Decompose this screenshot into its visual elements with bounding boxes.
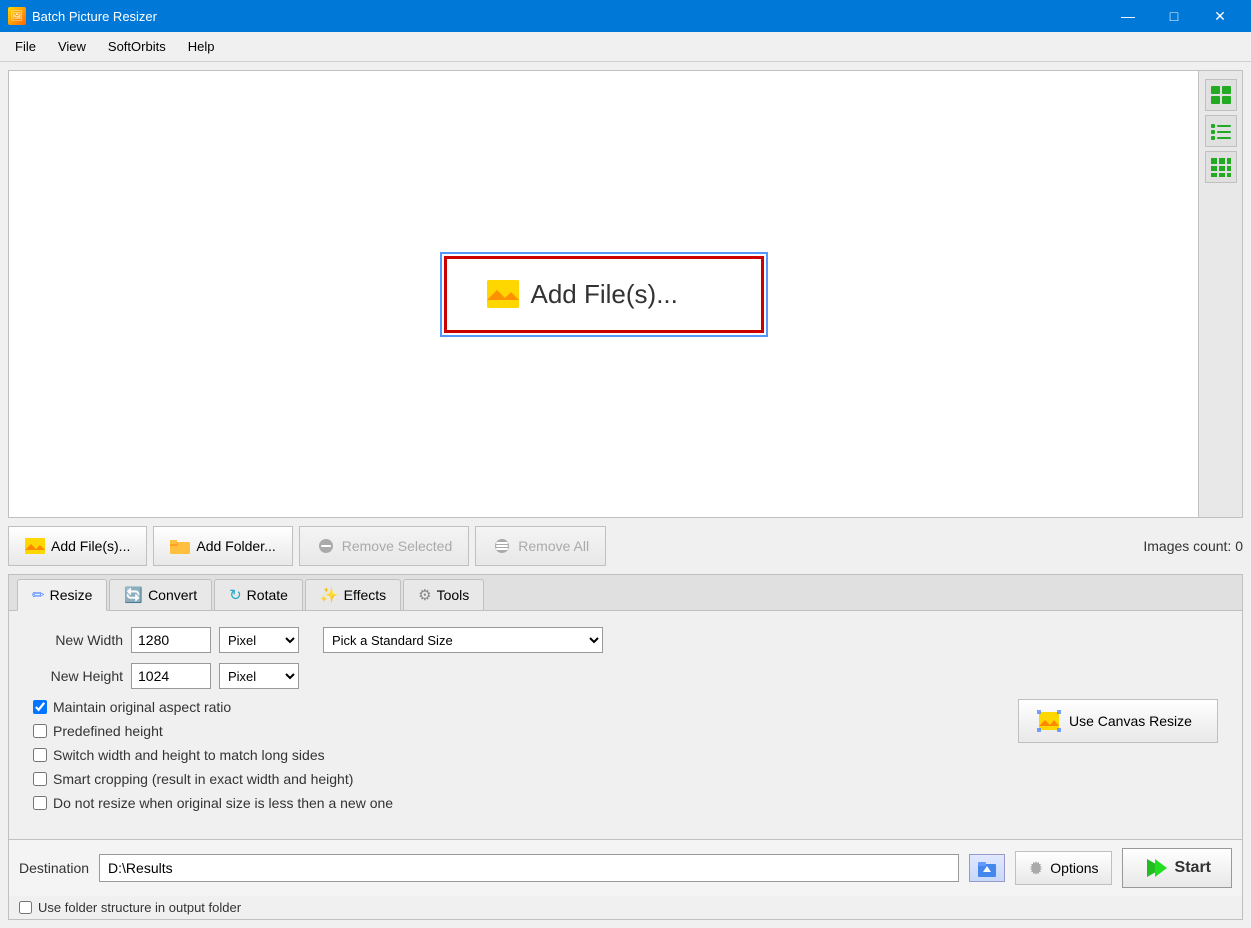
do-not-resize-row: Do not resize when original size is less… <box>33 795 982 811</box>
predefined-height-label: Predefined height <box>53 723 163 739</box>
tab-rotate-label: Rotate <box>247 587 288 603</box>
remove-all-label: Remove All <box>518 538 589 554</box>
menu-file[interactable]: File <box>4 34 47 59</box>
menu-softorbits[interactable]: SoftOrbits <box>97 34 177 59</box>
add-files-icon <box>25 538 45 554</box>
titlebar: 🖼 Batch Picture Resizer — □ ✕ <box>0 0 1251 32</box>
canvas-resize-label: Use Canvas Resize <box>1069 713 1192 729</box>
tab-resize[interactable]: ✏ Resize <box>17 579 107 611</box>
tab-convert-label: Convert <box>148 587 197 603</box>
maintain-aspect-ratio-label: Maintain original aspect ratio <box>53 699 231 715</box>
tab-convert[interactable]: 🔄 Convert <box>109 579 212 610</box>
menu-help[interactable]: Help <box>177 34 226 59</box>
new-width-row: New Width Pixel Percent cm inch Pick a S… <box>33 627 1218 653</box>
smart-cropping-label: Smart cropping (result in exact width an… <box>53 771 353 787</box>
remove-selected-button[interactable]: Remove Selected <box>299 526 470 566</box>
switch-width-height-checkbox[interactable] <box>33 748 47 762</box>
maximize-button[interactable]: □ <box>1151 0 1197 32</box>
resize-tab-content: New Width Pixel Percent cm inch Pick a S… <box>9 611 1242 839</box>
tab-resize-label: Resize <box>50 587 93 603</box>
menubar: File View SoftOrbits Help <box>0 32 1251 62</box>
add-files-big-button[interactable]: Add File(s)... <box>444 256 764 333</box>
resize-options: Maintain original aspect ratio Predefine… <box>33 699 1218 819</box>
menu-view[interactable]: View <box>47 34 97 59</box>
start-icon <box>1143 857 1167 879</box>
rotate-tab-icon: ↻ <box>229 586 242 604</box>
app-title: Batch Picture Resizer <box>32 9 157 24</box>
tab-tools[interactable]: ⚙ Tools <box>403 579 484 610</box>
minimize-button[interactable]: — <box>1105 0 1151 32</box>
start-button[interactable]: Start <box>1122 848 1232 888</box>
destination-browse-button[interactable] <box>969 854 1005 882</box>
close-button[interactable]: ✕ <box>1197 0 1243 32</box>
remove-selected-label: Remove Selected <box>342 538 453 554</box>
add-files-label: Add File(s)... <box>51 538 130 554</box>
tabs: ✏ Resize 🔄 Convert ↻ Rotate ✨ Effects ⚙ … <box>9 575 1242 611</box>
add-files-big-label: Add File(s)... <box>531 279 678 310</box>
checkboxes-col: Maintain original aspect ratio Predefine… <box>33 699 982 819</box>
remove-selected-icon <box>316 538 336 554</box>
toolbar: Add File(s)... Add Folder... Remove Sele… <box>8 524 1243 568</box>
do-not-resize-label: Do not resize when original size is less… <box>53 795 393 811</box>
titlebar-controls: — □ ✕ <box>1105 0 1243 32</box>
tab-effects-label: Effects <box>344 587 387 603</box>
canvas-resize-button[interactable]: Use Canvas Resize <box>1018 699 1218 743</box>
image-panel: Add File(s)... <box>8 70 1243 518</box>
gear-icon <box>1028 860 1044 876</box>
predefined-height-checkbox[interactable] <box>33 724 47 738</box>
remove-all-icon <box>492 538 512 554</box>
add-folder-button[interactable]: Add Folder... <box>153 526 292 566</box>
new-width-label: New Width <box>33 632 123 648</box>
app-icon: 🖼 <box>8 7 26 25</box>
switch-width-height-row: Switch width and height to match long si… <box>33 747 982 763</box>
image-drop-area[interactable]: Add File(s)... <box>9 71 1198 517</box>
resize-tab-icon: ✏ <box>32 586 45 604</box>
tab-tools-label: Tools <box>437 587 470 603</box>
main-area: Add File(s)... <box>0 62 1251 928</box>
canvas-col: Use Canvas Resize <box>1002 699 1218 819</box>
options-button[interactable]: Options <box>1015 851 1111 885</box>
remove-all-button[interactable]: Remove All <box>475 526 606 566</box>
new-height-row: New Height Pixel Percent cm inch <box>33 663 1218 689</box>
titlebar-left: 🖼 Batch Picture Resizer <box>8 7 157 25</box>
use-folder-structure-label: Use folder structure in output folder <box>38 900 241 915</box>
options-label: Options <box>1050 860 1098 876</box>
effects-tab-icon: ✨ <box>320 586 339 604</box>
new-width-unit-select[interactable]: Pixel Percent cm inch <box>219 627 299 653</box>
use-folder-structure-checkbox[interactable] <box>19 901 32 914</box>
add-folder-icon <box>170 538 190 554</box>
destination-bar: Destination Options <box>9 839 1242 896</box>
smart-cropping-checkbox[interactable] <box>33 772 47 786</box>
folder-structure-row: Use folder structure in output folder <box>9 896 1242 919</box>
switch-width-height-label: Switch width and height to match long si… <box>53 747 325 763</box>
images-count: Images count: 0 <box>1143 538 1243 554</box>
new-width-input[interactable] <box>131 627 211 653</box>
new-height-label: New Height <box>33 668 123 684</box>
destination-path-input[interactable] <box>99 854 959 882</box>
browse-icon <box>977 859 997 877</box>
add-files-button[interactable]: Add File(s)... <box>8 526 147 566</box>
bottom-panel: ✏ Resize 🔄 Convert ↻ Rotate ✨ Effects ⚙ … <box>8 574 1243 920</box>
tools-tab-icon: ⚙ <box>418 586 431 604</box>
standard-size-select[interactable]: Pick a Standard Size <box>323 627 603 653</box>
view-grid-button[interactable] <box>1205 151 1237 183</box>
add-files-big-icon <box>487 280 519 308</box>
new-height-input[interactable] <box>131 663 211 689</box>
new-height-unit-select[interactable]: Pixel Percent cm inch <box>219 663 299 689</box>
view-list-button[interactable] <box>1205 115 1237 147</box>
predefined-height-row: Predefined height <box>33 723 982 739</box>
tab-effects[interactable]: ✨ Effects <box>305 579 401 610</box>
tab-rotate[interactable]: ↻ Rotate <box>214 579 303 610</box>
smart-cropping-row: Smart cropping (result in exact width an… <box>33 771 982 787</box>
view-buttons <box>1198 71 1242 517</box>
maintain-aspect-ratio-row: Maintain original aspect ratio <box>33 699 982 715</box>
canvas-resize-icon <box>1037 710 1061 732</box>
do-not-resize-checkbox[interactable] <box>33 796 47 810</box>
maintain-aspect-ratio-checkbox[interactable] <box>33 700 47 714</box>
convert-tab-icon: 🔄 <box>124 586 143 604</box>
view-thumbnails-button[interactable] <box>1205 79 1237 111</box>
start-label: Start <box>1175 859 1211 877</box>
add-folder-label: Add Folder... <box>196 538 275 554</box>
destination-label: Destination <box>19 860 89 876</box>
